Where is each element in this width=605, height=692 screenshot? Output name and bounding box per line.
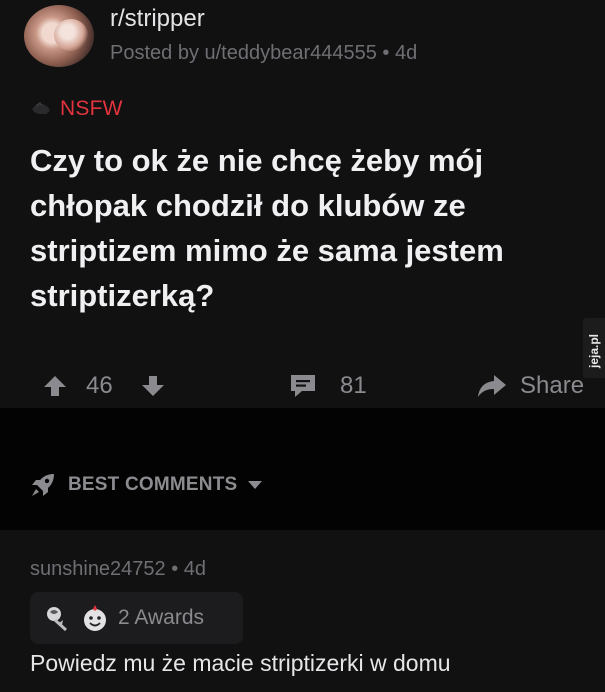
subreddit-name[interactable]: r/stripper [110,5,205,33]
sort-label: BEST COMMENTS [68,474,238,495]
section-divider [0,408,605,530]
nsfw-tag: NSFW [30,96,123,122]
caret-down-icon [248,481,263,489]
subreddit-avatar[interactable] [24,5,94,67]
post-title[interactable]: Czy to ok że nie chcę żeby mój chłopak c… [30,138,590,318]
nsfw-hand-icon [32,101,50,114]
share-arrow-icon [478,375,506,397]
nsfw-label: NSFW [60,97,123,120]
speech-bubble-icon [291,375,315,397]
downvote-button[interactable] [140,364,166,408]
upvote-button[interactable] [42,364,68,408]
vote-score: 46 [86,372,113,399]
awards-label: 2 Awards [118,606,204,629]
post-action-bar: 46 81 Share [0,364,605,408]
watermark-text: jeja.pl [587,333,601,368]
awards-badge[interactable]: 2 Awards [30,592,243,644]
watermark: jeja.pl [583,318,605,378]
comment-meta: sunshine24752 • 4d [30,558,207,580]
post-card[interactable]: r/stripper Posted by u/teddybear444555 •… [0,0,605,408]
rocket-icon [32,474,54,496]
comments-button[interactable]: 81 [288,364,367,408]
wholesome-award-icon [84,605,106,631]
share-label: Share [520,372,585,399]
comments-count: 81 [340,372,367,399]
rose-award-icon [47,607,68,632]
comment-sort-selector[interactable]: BEST COMMENTS [30,472,263,498]
share-button[interactable]: Share [476,364,584,408]
arrow-up-icon [44,376,66,396]
arrow-down-icon [142,376,164,396]
post-meta: Posted by u/teddybear444555 • 4d [110,42,418,64]
comment[interactable]: sunshine24752 • 4d 2 Awards Powiedz mu ż… [0,530,605,692]
comment-body: Powiedz mu że macie striptizerki w domu [30,650,451,676]
